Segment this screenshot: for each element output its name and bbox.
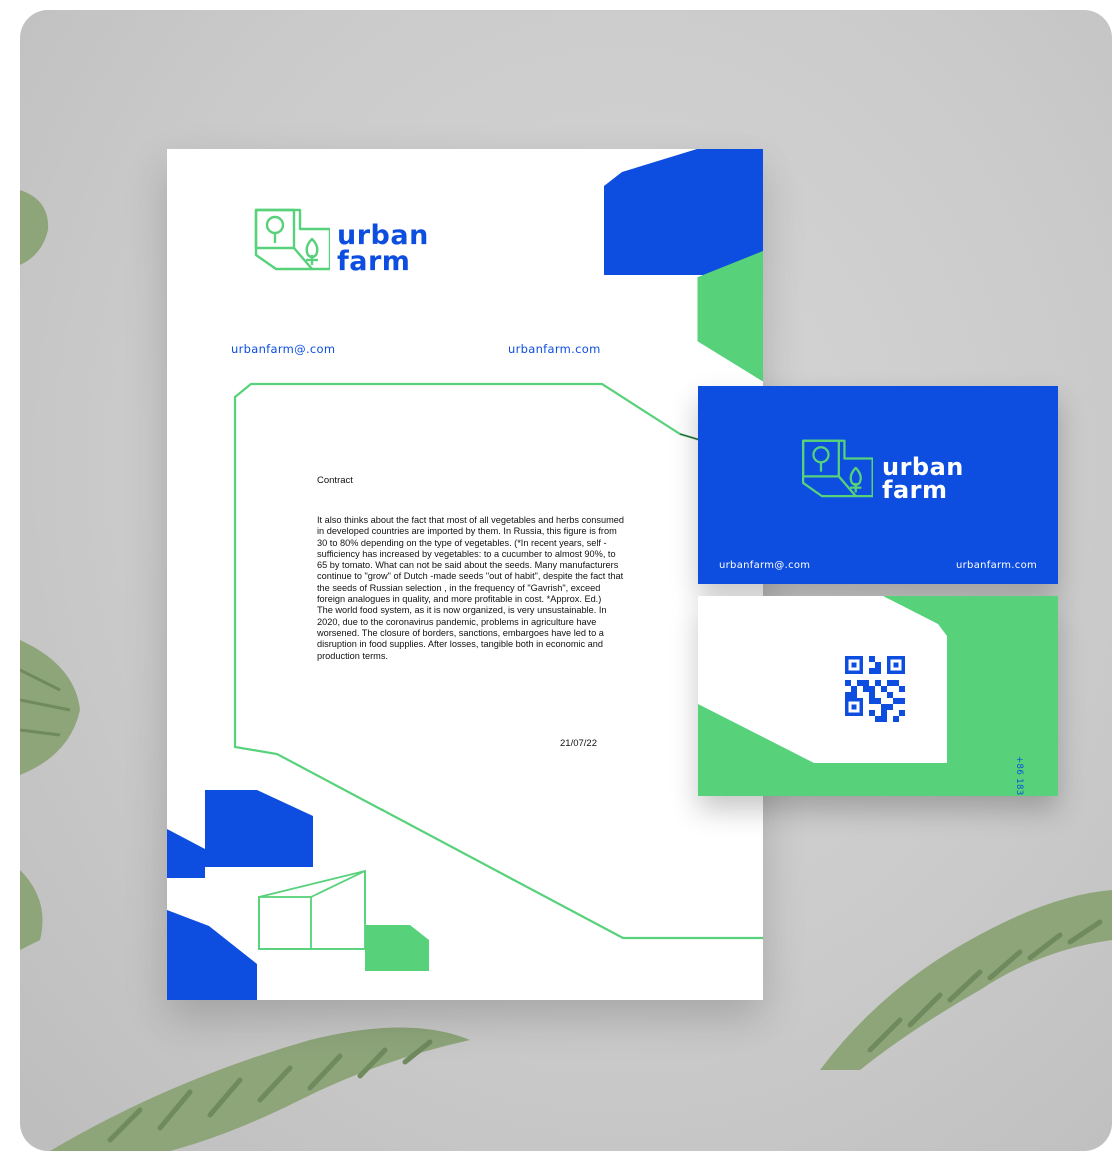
card-website: urbanfarm.com [956, 560, 1038, 571]
body-paragraph: The world food system, as it is now orga… [317, 605, 607, 661]
letterhead-website: urbanfarm.com [508, 342, 601, 356]
mockup-backdrop: urban farm urbanfarm@.com urbanfarm.com … [20, 10, 1112, 1151]
card-brand-name-line2: farm [882, 476, 948, 504]
document-body: It also thinks about the fact that most … [317, 515, 627, 662]
document-date: 21/07/22 [560, 738, 597, 749]
fern-leaf-left-top [20, 190, 49, 265]
urban-farm-logo-icon [254, 208, 330, 271]
letterhead-sheet: urban farm urbanfarm@.com urbanfarm.com … [167, 149, 763, 1000]
qr-code-icon [845, 656, 905, 722]
business-card-front: urban farm urbanfarm@.com urbanfarm.com [698, 386, 1058, 584]
body-paragraph: It also thinks about the fact that most … [317, 515, 624, 605]
card-brand-name: urban farm [882, 455, 964, 504]
brand-name-line2: farm [337, 246, 411, 277]
fern-leaf-right [820, 890, 1112, 1070]
document-title: Contract [317, 475, 353, 486]
fern-leaf-bottom [50, 1027, 470, 1151]
letterhead-email: urbanfarm@.com [231, 342, 336, 356]
urban-farm-logo-icon [801, 439, 873, 498]
business-card-back: +86 1831792791 [698, 596, 1058, 796]
card-phone: +86 1831792791 [1014, 756, 1024, 796]
card-email: urbanfarm@.com [719, 560, 811, 571]
fern-leaf-left-lower [20, 870, 43, 950]
fern-leaf-left-middle [20, 640, 80, 775]
letterhead-brand-name: urban farm [337, 222, 429, 277]
